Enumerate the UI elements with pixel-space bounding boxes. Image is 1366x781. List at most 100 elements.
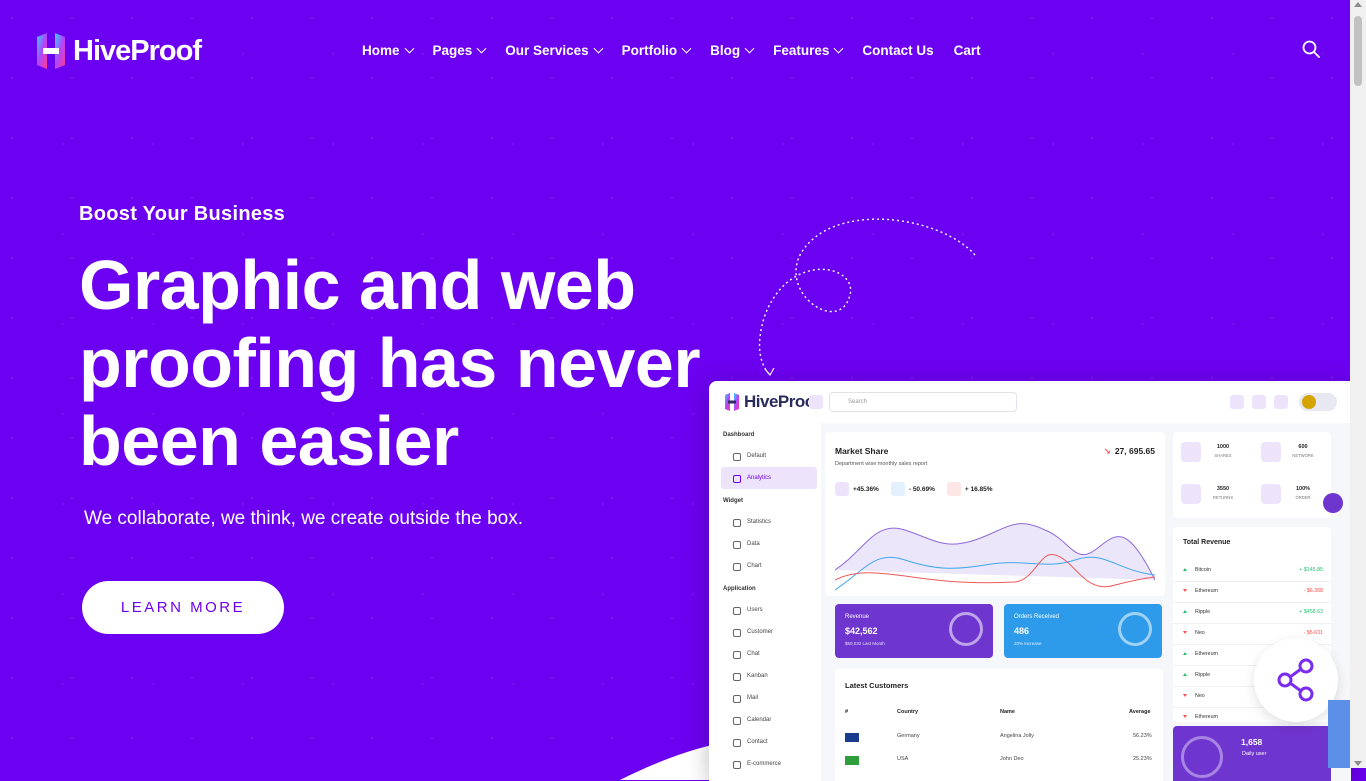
market-share-title: Market Share [835, 446, 889, 456]
kpi-value: 100% [1295, 486, 1311, 492]
arrow-down-icon [1183, 631, 1187, 634]
daily-value: 1,658 [1241, 737, 1263, 747]
avatar [1299, 393, 1337, 411]
kpi-value: 3550 [1216, 486, 1230, 492]
scroll-up-icon[interactable] [1354, 2, 1362, 7]
sidebar-item-chart: Chart [709, 555, 821, 577]
arrow-down-icon [1183, 715, 1187, 718]
orders-title: Orders Received [1014, 614, 1060, 620]
arrow-down-icon [1183, 694, 1187, 697]
hero-subtext: We collaborate, we think, we create outs… [84, 508, 524, 529]
nav-pages[interactable]: Pages [433, 43, 487, 58]
orders-card: Orders Received 486 20% Increase [1004, 604, 1162, 658]
row-country: Germany [897, 733, 920, 739]
hero-eyebrow: Boost Your Business [79, 203, 286, 225]
translate-icon [1252, 395, 1266, 409]
facebook-icon [835, 482, 849, 496]
settings-icon[interactable] [1323, 493, 1343, 513]
dashboard-topbar: HiveProof Search [709, 381, 1351, 423]
chevron-down-icon [593, 43, 604, 54]
search-icon[interactable] [1302, 40, 1320, 58]
revenue-value: $42,562 [845, 626, 878, 636]
nav-home[interactable]: Home [362, 43, 414, 58]
list-item: Ripple + $458.63 [1173, 603, 1331, 624]
row-country: USA [897, 756, 909, 762]
sidebar-item-default: Default [709, 445, 821, 467]
learn-more-button[interactable]: LEARN MORE [82, 581, 284, 634]
customizer-tab[interactable] [1328, 700, 1350, 768]
arrow-down-icon [1183, 589, 1187, 592]
nav-blog[interactable]: Blog [710, 43, 755, 58]
sidebar-item-contact: Contact [709, 731, 821, 753]
trend-down-icon: ↘ [1103, 446, 1111, 456]
latest-customers-title: Latest Customers [845, 681, 909, 690]
nav-cart[interactable]: Cart [954, 43, 981, 58]
market-share-chart [835, 523, 1155, 591]
dollar-icon [949, 612, 983, 646]
logo-mark-icon [37, 33, 65, 69]
nav-our-services[interactable]: Our Services [505, 43, 604, 58]
kpi-label: SHARES [1214, 453, 1232, 458]
latest-customers-card: Latest Customers # Country Name Average … [835, 669, 1163, 781]
dashboard-search: Search [829, 392, 1017, 412]
kpi-value: 1000 [1216, 444, 1230, 450]
total-revenue-title: Total Revenue [1183, 539, 1231, 546]
site-logo[interactable]: HiveProof [33, 31, 202, 71]
chevron-down-icon [833, 43, 844, 54]
row-name: Angelina Jolly [1000, 733, 1034, 739]
market-share-value: ↘ 27, 695.65 [1103, 446, 1155, 456]
sidebar-heading: Dashboard [723, 432, 755, 438]
nav-portfolio[interactable]: Portfolio [622, 43, 692, 58]
share-button[interactable] [1254, 638, 1338, 722]
market-share-stats: +45.36% - 50.69% + 16.85% [835, 482, 993, 496]
kpi-network: 600 NETWORK [1253, 434, 1323, 470]
hero-headline: Graphic and web proofing has never been … [79, 246, 701, 480]
twitter-stat: - 50.69% [890, 482, 935, 496]
dotted-arrow-decoration [758, 218, 976, 377]
order-icon [1261, 484, 1281, 504]
scroll-down-icon[interactable] [1354, 761, 1362, 766]
sidebar-heading: Widget [723, 498, 743, 504]
nav-contact-us[interactable]: Contact Us [862, 43, 933, 58]
scrollbar-thumb[interactable] [1354, 16, 1362, 86]
returns-icon [1181, 484, 1201, 504]
sidebar-item-mail: Mail [709, 687, 821, 709]
orders-value: 486 [1014, 626, 1030, 636]
sidebar-item-ecommerce: E-commerce [709, 753, 821, 775]
logo-mark-icon [725, 393, 739, 411]
orders-sub: 20% Increase [1014, 641, 1042, 646]
page-scrollbar[interactable] [1350, 0, 1366, 768]
arrow-up-icon [1183, 652, 1187, 655]
chevron-down-icon [404, 43, 414, 54]
twitter-icon [890, 482, 905, 496]
kpi-label: RETURNS [1212, 495, 1234, 500]
sidebar-item-data: Data [709, 533, 821, 555]
col-hash: # [845, 709, 849, 715]
kpi-label: ORDER [1295, 495, 1311, 500]
market-share-card: Market Share Department wise monthly sal… [825, 432, 1165, 596]
revenue-card: Revenue $42,562 $50,032 Last Month [835, 604, 993, 658]
arrow-up-icon [1183, 610, 1187, 613]
nav-features[interactable]: Features [773, 43, 844, 58]
share-icon [1181, 442, 1201, 462]
sidebar-heading: Application [723, 586, 756, 592]
dashboard-sidebar: Dashboard Default Analytics Widget Stati… [709, 423, 821, 781]
sidebar-item-calendar: Calendar [709, 709, 821, 731]
list-item: Ethereum - $6.368 [1173, 582, 1331, 603]
share-icon [1277, 658, 1314, 702]
kpi-label: NETWORK [1292, 453, 1314, 458]
row-average: 25.23% [1133, 756, 1152, 762]
dashboard-logo: HiveProof [723, 392, 820, 412]
kpi-shares: 1000 SHARES [1173, 434, 1243, 470]
market-share-subtitle: Department wise monthly sales report [835, 461, 928, 467]
sidebar-item-analytics: Analytics [721, 467, 817, 489]
bell-icon [1274, 395, 1288, 409]
youtube-icon [946, 482, 961, 496]
user-icon [1181, 736, 1223, 778]
logo-text: HiveProof [73, 34, 202, 67]
chevron-down-icon [476, 43, 487, 54]
row-average: 56.23% [1133, 733, 1152, 739]
chevron-down-icon [681, 43, 692, 54]
sidebar-item-kanban: Kanban [709, 665, 821, 687]
kpi-order: 100% ORDER [1253, 476, 1323, 512]
